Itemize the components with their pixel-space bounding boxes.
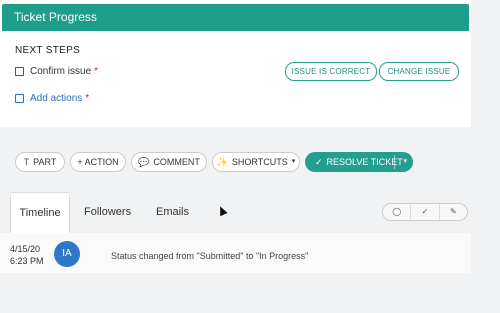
tab-followers[interactable]: Followers <box>84 192 131 232</box>
avatar: IA <box>54 241 80 267</box>
add-actions-link[interactable]: Add actions <box>30 93 82 104</box>
edit-icon[interactable]: ✎ <box>438 204 467 220</box>
timeline-date: 4/15/20 6:23 PM <box>10 243 44 267</box>
confirm-issue-row[interactable]: Confirm issue * <box>15 66 98 77</box>
part-label: PART <box>33 157 57 167</box>
comment-label: COMMENT <box>153 157 200 167</box>
resolve-ticket-button[interactable]: ✓ RESOLVE TICKET ▾ <box>305 152 413 172</box>
comment-icon: 💬 <box>138 157 150 167</box>
sparkle-icon: ✨ <box>216 157 228 167</box>
timeline-date-day: 4/15/20 <box>10 244 41 254</box>
resolve-dropdown-chevron-icon[interactable]: ▾ <box>403 152 407 172</box>
issue-is-correct-button[interactable]: ISSUE IS CORRECT <box>285 62 377 81</box>
split-divider <box>394 155 395 169</box>
shortcuts-button[interactable]: ✨ SHORTCUTS ▾ <box>212 152 300 172</box>
filter-icon-group: ◯ ✓ ✎ <box>382 203 468 221</box>
card-title: Ticket Progress <box>14 10 97 24</box>
confirm-issue-checkbox[interactable] <box>15 67 24 76</box>
part-icon: T <box>23 157 30 167</box>
shortcuts-label: SHORTCUTS <box>231 157 288 167</box>
change-issue-button[interactable]: CHANGE ISSUE <box>379 62 459 81</box>
timeline-date-time: 6:23 PM <box>10 256 44 266</box>
add-action-button[interactable]: + ACTION <box>70 152 126 172</box>
add-actions-checkbox[interactable] <box>15 94 24 103</box>
part-button[interactable]: T PART <box>15 152 65 172</box>
comment-icon[interactable]: ◯ <box>383 204 410 220</box>
resolve-ticket-label: RESOLVE TICKET <box>326 157 403 167</box>
timeline-status-text: Status changed from "Submitted" to "In P… <box>111 251 309 261</box>
required-marker: * <box>85 93 90 104</box>
check-icon: ✓ <box>315 157 323 167</box>
required-marker: * <box>94 66 99 77</box>
chevron-down-icon: ▾ <box>291 158 296 165</box>
add-actions-row[interactable]: Add actions * <box>15 93 89 104</box>
tab-timeline[interactable]: Timeline <box>10 192 70 233</box>
ticket-progress-card: Ticket Progress NEXT STEPS Confirm issue… <box>0 0 471 127</box>
check-icon[interactable]: ✓ <box>410 204 438 220</box>
add-action-label: + ACTION <box>77 157 119 167</box>
confirm-issue-label: Confirm issue <box>30 66 92 77</box>
card-header: Ticket Progress <box>2 4 469 31</box>
tab-emails[interactable]: Emails <box>156 192 189 232</box>
next-steps-heading: NEXT STEPS <box>15 45 81 56</box>
comment-button[interactable]: 💬 COMMENT <box>131 152 207 172</box>
